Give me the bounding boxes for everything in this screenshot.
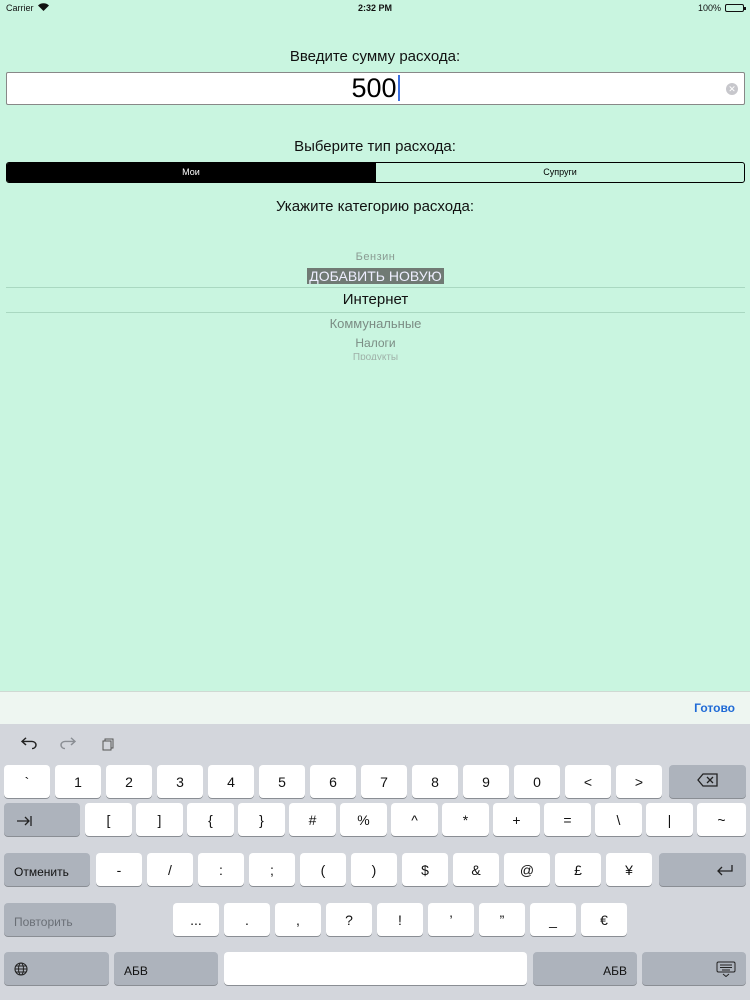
picker-item[interactable]: Налоги — [6, 336, 745, 350]
key[interactable]: | — [646, 803, 693, 836]
return-key[interactable] — [659, 853, 746, 886]
backspace-icon — [696, 773, 719, 790]
amount-label: Введите сумму расхода: — [289, 48, 461, 65]
done-button[interactable]: Готово — [694, 701, 735, 715]
key[interactable]: & — [453, 853, 499, 886]
text-caret — [397, 74, 400, 101]
key[interactable]: ^ — [391, 803, 438, 836]
key[interactable]: $ — [402, 853, 448, 886]
key[interactable]: ; — [249, 853, 295, 886]
segment-spouse[interactable]: Супруги — [375, 163, 744, 182]
redo-icon[interactable] — [60, 737, 77, 751]
picker-selection-line — [6, 287, 745, 288]
key[interactable]: ` — [4, 765, 50, 798]
paste-icon[interactable] — [100, 737, 116, 751]
key[interactable]: 2 — [106, 765, 152, 798]
key[interactable]: - — [96, 853, 142, 886]
amount-value: 500 — [351, 73, 397, 103]
key[interactable]: % — [340, 803, 387, 836]
key[interactable]: } — [238, 803, 285, 836]
key[interactable]: \ — [595, 803, 642, 836]
battery-status: 100% — [697, 3, 746, 13]
key[interactable]: ¥ — [606, 853, 652, 886]
picker-item-label: ДОБАВИТЬ НОВУЮ — [307, 268, 444, 284]
key[interactable]: > — [616, 765, 662, 798]
tab-key[interactable] — [4, 803, 80, 836]
undo-icon[interactable] — [20, 737, 37, 751]
key[interactable]: ] — [136, 803, 183, 836]
key[interactable]: + — [493, 803, 540, 836]
key[interactable]: 0 — [514, 765, 560, 798]
tab-icon — [16, 814, 32, 830]
category-label: Укажите категорию расхода: — [275, 198, 475, 215]
globe-icon — [14, 962, 28, 979]
expense-type-segmented-control: Мои Супруги — [6, 162, 745, 183]
key[interactable]: ~ — [697, 803, 746, 836]
picker-item-add-new[interactable]: ДОБАВИТЬ НОВУЮ — [6, 268, 745, 284]
key[interactable]: @ — [504, 853, 550, 886]
redo-key[interactable]: Повторить — [4, 903, 116, 936]
return-icon — [716, 863, 734, 879]
key[interactable]: ? — [326, 903, 372, 936]
picker-item-selected[interactable]: Интернет — [6, 291, 745, 308]
key[interactable]: £ — [555, 853, 601, 886]
key[interactable]: _ — [530, 903, 576, 936]
key[interactable]: ! — [377, 903, 423, 936]
key[interactable]: ... — [173, 903, 219, 936]
keyboard: ` 1 2 3 4 5 6 7 8 9 0 < > [ ] { } # % ^ … — [0, 724, 750, 1000]
key[interactable]: 6 — [310, 765, 356, 798]
globe-key[interactable] — [4, 952, 109, 985]
key[interactable]: 3 — [157, 765, 203, 798]
key[interactable]: : — [198, 853, 244, 886]
key[interactable]: ’ — [428, 903, 474, 936]
key[interactable]: ( — [300, 853, 346, 886]
key[interactable]: . — [224, 903, 270, 936]
battery-percent: 100% — [697, 3, 721, 13]
picker-item[interactable]: Коммунальные — [6, 316, 745, 331]
key[interactable]: [ — [85, 803, 132, 836]
battery-icon — [725, 4, 746, 12]
dismiss-keyboard-key[interactable] — [642, 952, 746, 985]
segment-mine[interactable]: Мои — [7, 163, 375, 182]
status-bar: Carrier 2:32 PM 100% — [0, 0, 750, 16]
clear-icon[interactable]: ✕ — [726, 83, 738, 95]
key[interactable]: 9 — [463, 765, 509, 798]
category-picker[interactable]: Бензин ДОБАВИТЬ НОВУЮ Интернет Коммуналь… — [6, 245, 745, 365]
key[interactable]: ” — [479, 903, 525, 936]
key[interactable]: 7 — [361, 765, 407, 798]
key[interactable]: ) — [351, 853, 397, 886]
key[interactable]: 8 — [412, 765, 458, 798]
key[interactable]: * — [442, 803, 489, 836]
keyboard-accessory-bar: Готово — [0, 691, 750, 724]
picker-selection-line — [6, 312, 745, 313]
abc-key-right[interactable]: АБВ — [533, 952, 637, 985]
key[interactable]: 4 — [208, 765, 254, 798]
status-time: 2:32 PM — [357, 3, 392, 13]
expense-type-label: Выберите тип расхода: — [294, 138, 456, 155]
space-key[interactable] — [224, 952, 527, 985]
backspace-key[interactable] — [669, 765, 746, 798]
undo-key[interactable]: Отменить — [4, 853, 90, 886]
picker-item[interactable]: Бензин — [6, 251, 745, 263]
abc-key-left[interactable]: АБВ — [114, 952, 218, 985]
key[interactable]: # — [289, 803, 336, 836]
key[interactable]: , — [275, 903, 321, 936]
key[interactable]: 5 — [259, 765, 305, 798]
key[interactable]: { — [187, 803, 234, 836]
amount-input[interactable]: 500 ✕ — [6, 72, 745, 105]
key[interactable]: € — [581, 903, 627, 936]
keyboard-dismiss-icon — [716, 961, 736, 980]
picker-item[interactable]: Продукты — [6, 352, 745, 360]
key[interactable]: = — [544, 803, 591, 836]
key[interactable]: < — [565, 765, 611, 798]
key[interactable]: / — [147, 853, 193, 886]
key[interactable]: 1 — [55, 765, 101, 798]
